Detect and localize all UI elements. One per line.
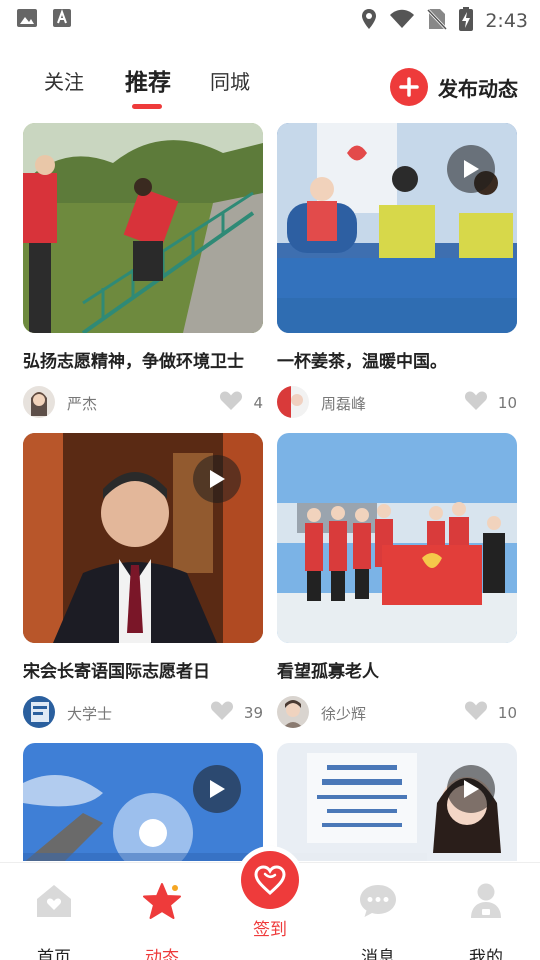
- post-video-thumbnail: [277, 743, 517, 861]
- post-card[interactable]: 一杯姜茶，温暖中国。 周磊峰 10: [277, 123, 517, 420]
- post-meta: 徐少辉 10: [277, 696, 517, 730]
- post-card[interactable]: 看望孤寡老人 徐少辉 10: [277, 433, 517, 730]
- wifi-icon: [389, 9, 415, 33]
- post-card[interactable]: [277, 743, 517, 861]
- post-feed[interactable]: 弘扬志愿精神，争做环境卫士 严杰 4 一杯姜茶，温暖中国。 周磊峰 10 宋会长…: [0, 123, 540, 861]
- author-name[interactable]: 周磊峰: [321, 393, 366, 414]
- author-name[interactable]: 大学士: [67, 703, 112, 724]
- post-title[interactable]: 弘扬志愿精神，争做环境卫士: [23, 347, 263, 372]
- author-name[interactable]: 徐少辉: [321, 703, 366, 724]
- clock: 2:43: [485, 10, 528, 32]
- heart-icon: [464, 700, 488, 725]
- bottom-navigation: 首页 动态 签到 消息 我的: [0, 851, 540, 960]
- author-avatar[interactable]: [277, 696, 309, 728]
- nav-feed[interactable]: 动态: [122, 881, 202, 960]
- author-avatar[interactable]: [23, 696, 55, 728]
- checkin-heart-icon: [241, 851, 299, 909]
- nav-checkin-label: 签到: [253, 920, 287, 940]
- nav-messages-label: 消息: [361, 948, 395, 960]
- tab-local[interactable]: 同城: [210, 66, 250, 95]
- message-icon: [338, 881, 418, 921]
- publish-post-label: 发布动态: [438, 76, 518, 101]
- nav-feed-label: 动态: [145, 948, 179, 960]
- post-title[interactable]: 宋会长寄语国际志愿者日: [23, 657, 263, 682]
- post-title[interactable]: 看望孤寡老人: [277, 657, 517, 682]
- like-count: 10: [497, 703, 517, 722]
- like-count: 10: [497, 393, 517, 412]
- no-sim-icon: [427, 8, 448, 34]
- author-avatar[interactable]: [23, 386, 55, 418]
- plus-icon: [390, 68, 428, 106]
- tab-following[interactable]: 关注: [44, 66, 84, 95]
- post-card[interactable]: [23, 743, 263, 861]
- nav-checkin[interactable]: 签到: [238, 851, 302, 940]
- like-button[interactable]: 10: [464, 390, 517, 415]
- play-icon[interactable]: [447, 145, 495, 193]
- post-card[interactable]: 宋会长寄语国际志愿者日 大学士 39: [23, 433, 263, 730]
- play-icon[interactable]: [193, 455, 241, 503]
- home-icon: [14, 881, 94, 921]
- star-icon: [122, 881, 202, 921]
- post-meta: 周磊峰 10: [277, 386, 517, 420]
- nav-profile-label: 我的: [469, 948, 503, 960]
- nav-home[interactable]: 首页: [14, 881, 94, 960]
- text-notification-icon: [52, 8, 72, 32]
- location-icon: [361, 8, 377, 34]
- like-button[interactable]: 10: [464, 700, 517, 725]
- post-card[interactable]: 弘扬志愿精神，争做环境卫士 严杰 4: [23, 123, 263, 420]
- heart-icon: [464, 390, 488, 415]
- active-tab-indicator: [132, 104, 162, 109]
- publish-post-button[interactable]: 发布动态: [390, 68, 518, 106]
- heart-icon: [219, 390, 243, 415]
- post-meta: 严杰 4: [23, 386, 263, 420]
- post-image: [277, 433, 517, 643]
- like-count: 4: [253, 393, 263, 412]
- like-count: 39: [243, 703, 263, 722]
- feed-tabs: 关注 推荐 同城 发布动态: [0, 60, 540, 116]
- battery-charging-icon: [459, 7, 474, 35]
- author-name[interactable]: 严杰: [67, 393, 97, 414]
- post-video-thumbnail: [277, 123, 517, 333]
- post-title[interactable]: 一杯姜茶，温暖中国。: [277, 347, 517, 372]
- post-video-thumbnail: [23, 743, 263, 861]
- heart-icon: [210, 700, 234, 725]
- post-image: [23, 123, 263, 333]
- nav-messages[interactable]: 消息: [338, 881, 418, 960]
- post-meta: 大学士 39: [23, 696, 263, 730]
- tab-recommended[interactable]: 推荐: [125, 63, 171, 97]
- status-bar: 2:43: [0, 0, 540, 36]
- nav-profile[interactable]: 我的: [446, 881, 526, 960]
- gallery-notification-icon: [16, 8, 38, 32]
- play-icon[interactable]: [193, 765, 241, 813]
- play-icon[interactable]: [447, 765, 495, 813]
- profile-icon: [446, 881, 526, 921]
- nav-home-label: 首页: [37, 948, 71, 960]
- like-button[interactable]: 4: [219, 390, 263, 415]
- like-button[interactable]: 39: [210, 700, 263, 725]
- post-video-thumbnail: [23, 433, 263, 643]
- author-avatar[interactable]: [277, 386, 309, 418]
